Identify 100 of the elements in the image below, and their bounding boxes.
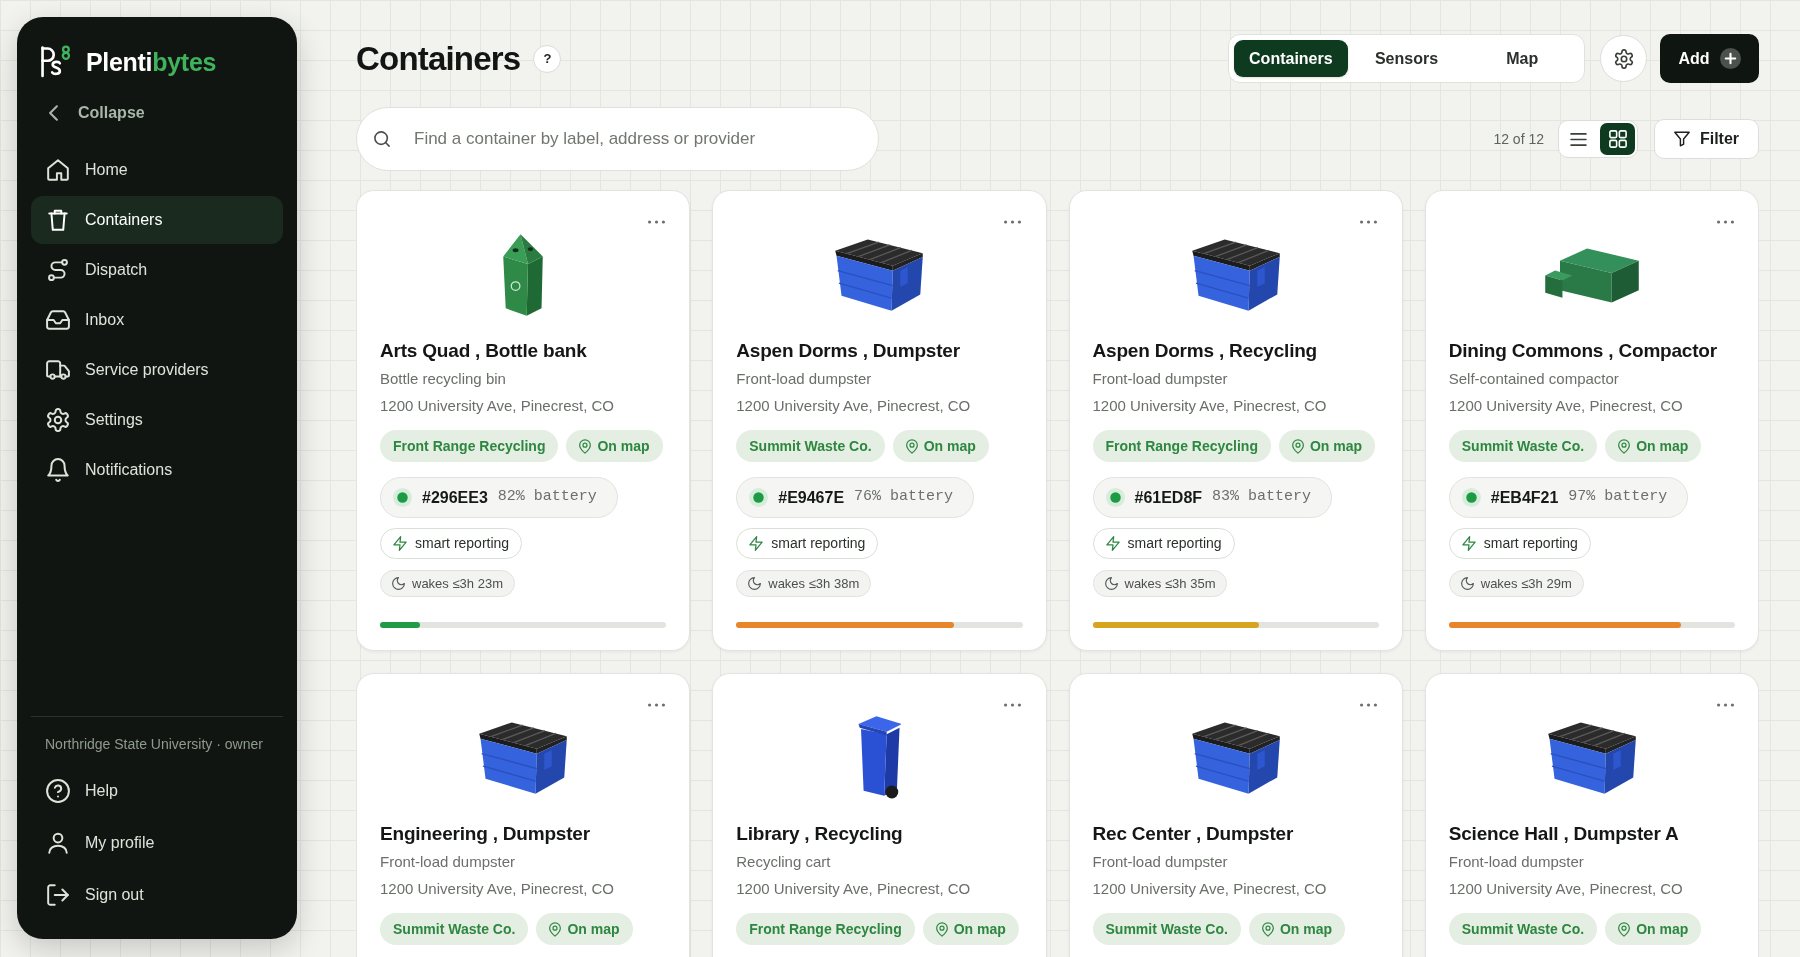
card-address: 1200 University Ave, Pinecrest, CO bbox=[736, 879, 972, 899]
battery-text: 83% battery bbox=[1212, 487, 1312, 508]
status-dot-icon bbox=[749, 488, 769, 507]
card-address: 1200 University Ave, Pinecrest, CO bbox=[380, 396, 615, 416]
nav-item[interactable]: Dispatch bbox=[31, 246, 283, 294]
view-tab[interactable]: Containers bbox=[1234, 40, 1348, 77]
reporting-label: smart reporting bbox=[771, 534, 866, 553]
map-link[interactable]: On map bbox=[1248, 913, 1345, 945]
battery-text: 82% battery bbox=[497, 487, 597, 508]
more-icon bbox=[1004, 220, 1021, 224]
nav-item[interactable]: Settings bbox=[31, 396, 283, 444]
nav-item[interactable]: My profile bbox=[31, 819, 283, 867]
status-dot-icon bbox=[1105, 488, 1125, 507]
nav-item[interactable]: Home bbox=[31, 146, 283, 194]
card-address: 1200 University Ave, Pinecrest, CO bbox=[1092, 396, 1328, 416]
nav-item[interactable]: Notifications bbox=[31, 446, 283, 494]
view-tab[interactable]: Sensors bbox=[1349, 40, 1464, 77]
card-title: Rec Center , Dumpster bbox=[1092, 822, 1295, 846]
map-pin-icon bbox=[1261, 921, 1274, 937]
wake-label: wakes ≤3h 23m bbox=[412, 574, 503, 593]
map-link[interactable]: On map bbox=[566, 430, 663, 462]
card-subtitle: Front-load dumpster bbox=[736, 369, 873, 389]
grid-icon bbox=[1608, 130, 1627, 148]
card-subtitle: Front-load dumpster bbox=[1448, 852, 1585, 872]
provider-tag: Summit Waste Co. bbox=[380, 913, 529, 945]
route-icon bbox=[46, 258, 70, 282]
collapse-button[interactable]: Collapse bbox=[31, 95, 145, 131]
card-address: 1200 University Ave, Pinecrest, CO bbox=[736, 396, 972, 416]
inbox-icon bbox=[46, 308, 70, 332]
map-link[interactable]: On map bbox=[1605, 430, 1702, 462]
filter-button[interactable]: Filter bbox=[1654, 119, 1759, 159]
wake-label: wakes ≤3h 35m bbox=[1124, 574, 1216, 593]
nav-item[interactable]: Sign out bbox=[31, 871, 283, 919]
provider-tag: Front Range Recycling bbox=[380, 430, 559, 462]
provider-tag: Front Range Recycling bbox=[1092, 430, 1271, 462]
more-icon bbox=[1360, 220, 1378, 224]
brand-name: Plentibytes bbox=[86, 49, 217, 75]
more-icon bbox=[647, 703, 665, 707]
settings-button[interactable] bbox=[1600, 35, 1647, 82]
reporting-label: smart reporting bbox=[1483, 534, 1578, 553]
logo-icon bbox=[40, 45, 71, 79]
map-link[interactable]: On map bbox=[1605, 913, 1702, 945]
view-tab[interactable]: Map bbox=[1465, 40, 1579, 77]
card-address: 1200 University Ave, Pinecrest, CO bbox=[380, 879, 615, 899]
map-pin-icon bbox=[905, 438, 918, 454]
sensor-id: #EB4F21 bbox=[1490, 487, 1559, 508]
map-link[interactable]: On map bbox=[892, 430, 989, 462]
help-button[interactable]: ? bbox=[533, 44, 562, 73]
card-subtitle: Front-load dumpster bbox=[380, 852, 517, 872]
more-icon bbox=[647, 220, 665, 224]
card-address: 1200 University Ave, Pinecrest, CO bbox=[1448, 396, 1684, 416]
help-icon bbox=[46, 779, 70, 803]
card-address: 1200 University Ave, Pinecrest, CO bbox=[1448, 879, 1684, 899]
map-link[interactable]: On map bbox=[536, 913, 633, 945]
status-dot-icon bbox=[1461, 488, 1481, 507]
add-button[interactable]: Add bbox=[1660, 34, 1759, 83]
more-icon bbox=[1716, 703, 1734, 707]
reporting-label: smart reporting bbox=[1127, 534, 1222, 553]
account-label: Northridge State University · owner bbox=[44, 735, 264, 754]
grid-view-button[interactable] bbox=[1600, 123, 1635, 155]
provider-tag: Summit Waste Co. bbox=[736, 430, 885, 462]
map-pin-icon bbox=[935, 921, 948, 937]
provider-tag: Summit Waste Co. bbox=[1092, 913, 1241, 945]
map-link[interactable]: On map bbox=[922, 913, 1019, 945]
card-address: 1200 University Ave, Pinecrest, CO bbox=[1092, 879, 1328, 899]
more-icon bbox=[1004, 703, 1021, 707]
plus-icon bbox=[1719, 48, 1741, 69]
map-pin-icon bbox=[579, 438, 592, 454]
search-field[interactable]: Find a container by label, address or provider bbox=[356, 107, 879, 171]
more-icon bbox=[1716, 220, 1734, 224]
bell-icon bbox=[46, 458, 70, 482]
battery-text: 76% battery bbox=[854, 487, 954, 508]
nav-item[interactable]: Help bbox=[31, 767, 283, 815]
page-title: Containers bbox=[356, 42, 521, 75]
settings-icon bbox=[46, 408, 70, 432]
truck-icon bbox=[46, 358, 70, 382]
nav-item[interactable]: Service providers bbox=[31, 346, 283, 394]
card-title: Aspen Dorms , Recycling bbox=[1092, 339, 1319, 363]
sensor-id: #296EE3 bbox=[422, 487, 488, 508]
filter-icon bbox=[1673, 131, 1690, 147]
status-dot-icon bbox=[393, 488, 412, 507]
trash-icon bbox=[46, 208, 70, 232]
sensor-id: #E9467E bbox=[778, 487, 845, 508]
reporting-label: smart reporting bbox=[415, 534, 510, 553]
moon-icon bbox=[1104, 577, 1118, 590]
card-title: Library , Recycling bbox=[736, 822, 904, 846]
moon-icon bbox=[1460, 577, 1474, 590]
search-icon bbox=[374, 131, 390, 147]
settings-icon bbox=[1613, 48, 1634, 69]
wake-label: wakes ≤3h 29m bbox=[1480, 574, 1572, 593]
card-subtitle: Recycling cart bbox=[736, 852, 832, 872]
card-subtitle: Front-load dumpster bbox=[1092, 369, 1229, 389]
map-link[interactable]: On map bbox=[1278, 430, 1376, 462]
nav-item[interactable]: Inbox bbox=[31, 296, 283, 344]
more-icon bbox=[1360, 703, 1378, 707]
lightning-icon bbox=[393, 536, 407, 551]
home-icon bbox=[46, 158, 70, 182]
card-subtitle: Front-load dumpster bbox=[1092, 852, 1229, 872]
nav-item[interactable]: Containers bbox=[31, 196, 283, 244]
card-title: Arts Quad , Bottle bank bbox=[380, 339, 588, 363]
